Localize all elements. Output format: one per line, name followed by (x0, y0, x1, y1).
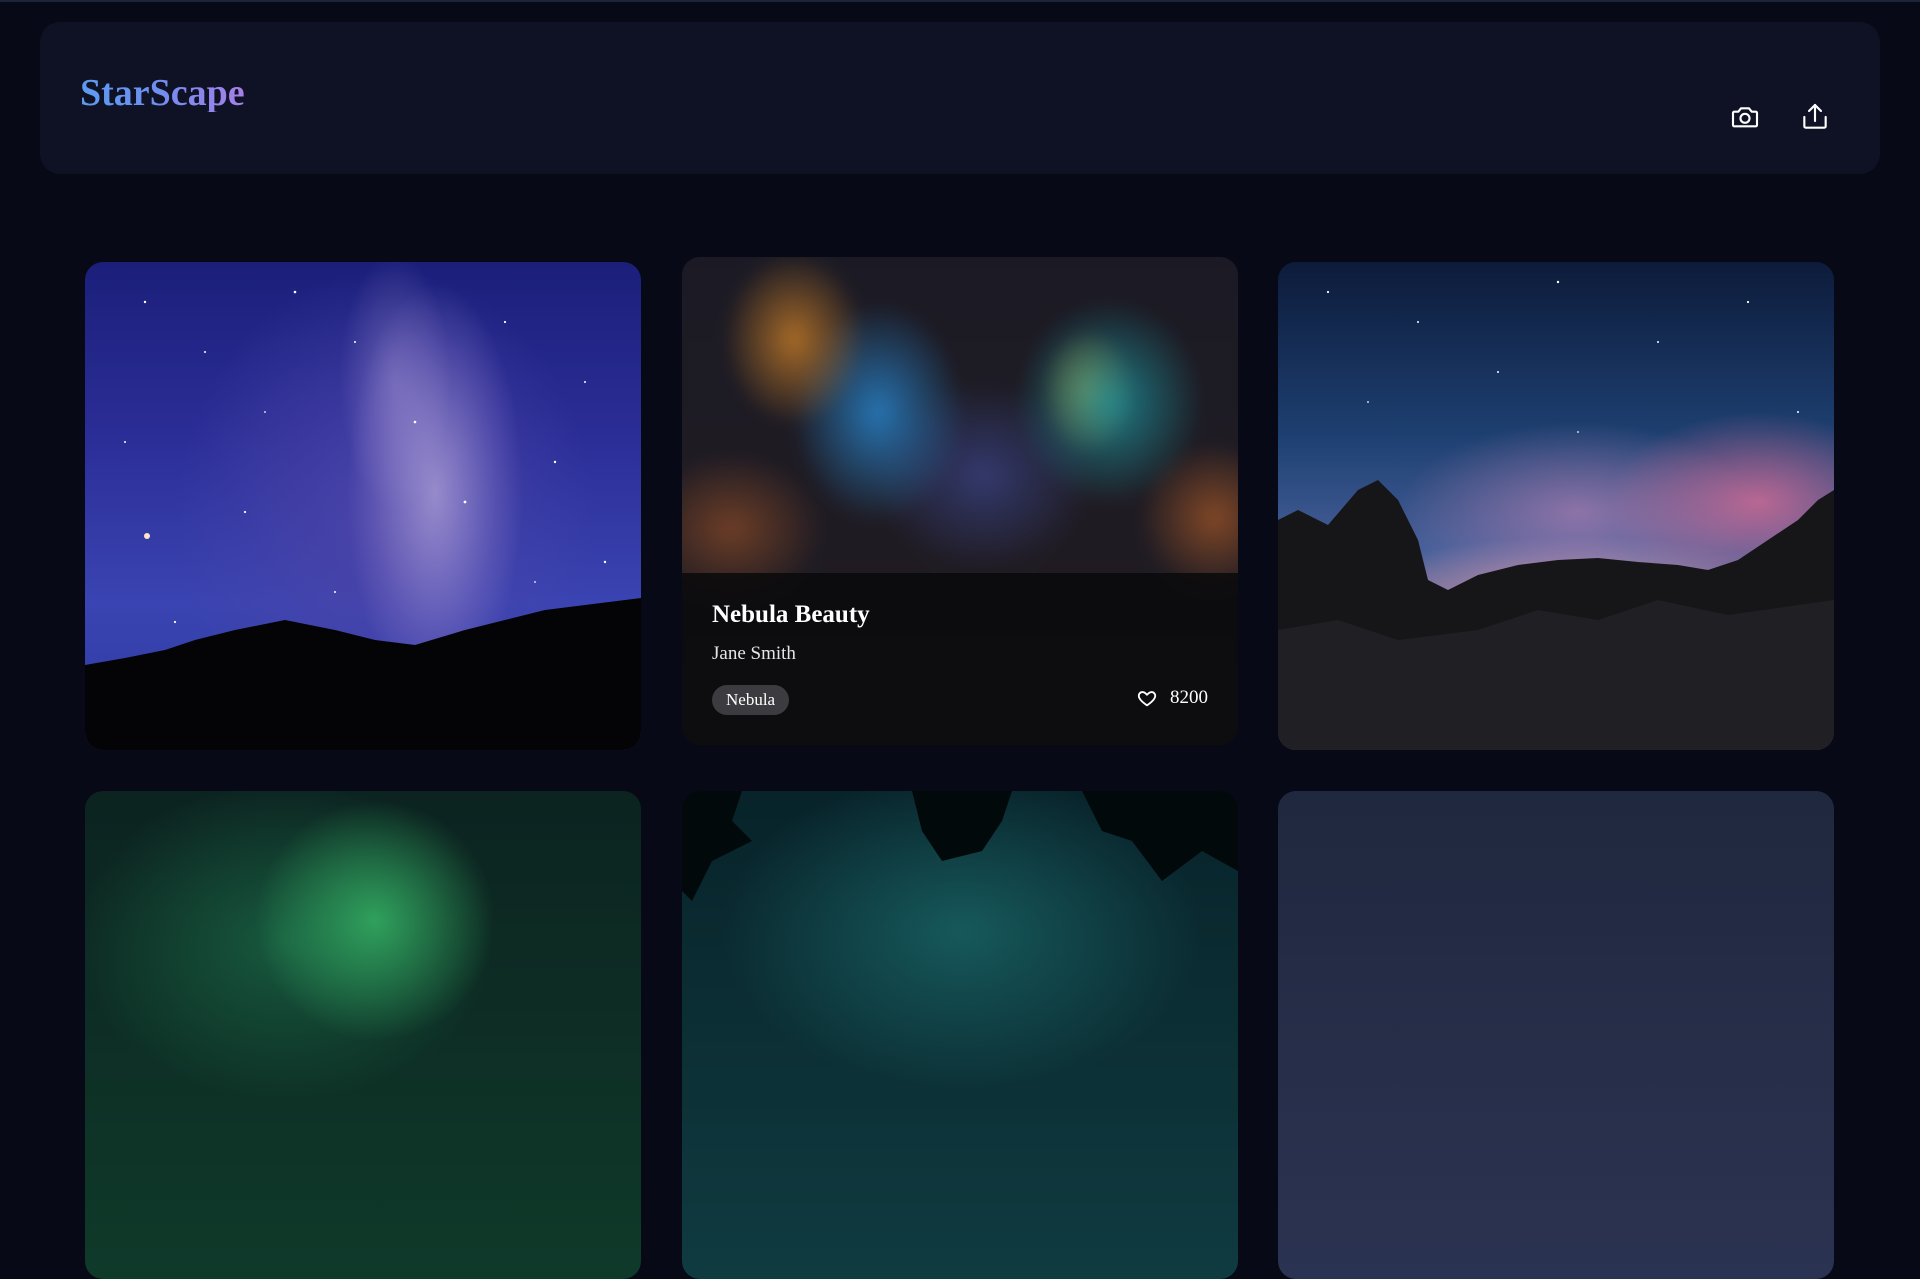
brand-logo[interactable]: StarScape (80, 74, 245, 112)
rock-formation-silhouette (1278, 480, 1834, 750)
night-sky-image (1278, 791, 1834, 1279)
photo-card-aurora[interactable] (85, 791, 641, 1279)
photo-card-nebula-beauty[interactable]: Nebula Beauty Jane Smith Nebula 8200 (682, 257, 1238, 745)
mountain-silhouette (85, 598, 641, 750)
like-count: 8200 (1170, 687, 1208, 708)
photo-card-night-sky[interactable] (1278, 791, 1834, 1279)
photo-card-forest-stars[interactable] (682, 791, 1238, 1279)
card-author[interactable]: Jane Smith (712, 643, 796, 665)
heart-outline-icon (1137, 691, 1157, 707)
category-tag[interactable]: Nebula (712, 685, 790, 715)
window-top-edge (0, 0, 1920, 2)
share-upload-icon (1803, 103, 1827, 129)
card-info-overlay: Nebula Beauty Jane Smith Nebula 8200 (682, 573, 1238, 745)
photo-card-desert-rocks[interactable] (1278, 262, 1834, 750)
app-header: StarScape (40, 22, 1880, 174)
aurora-image (85, 791, 641, 1279)
like-button[interactable]: 8200 (1136, 687, 1208, 709)
camera-icon (1731, 107, 1759, 128)
tree-silhouette (682, 791, 1238, 901)
camera-button[interactable] (1726, 98, 1764, 136)
share-button[interactable] (1796, 98, 1834, 136)
card-title: Nebula Beauty (712, 601, 870, 628)
photo-card-milky-way[interactable] (85, 262, 641, 750)
